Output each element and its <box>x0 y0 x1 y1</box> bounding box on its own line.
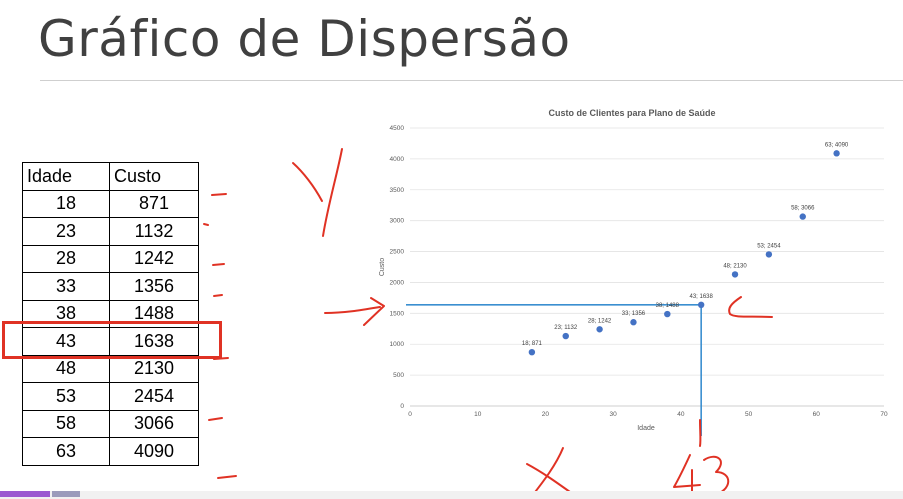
ink-tick-mark <box>217 475 237 479</box>
x-tick-label: 60 <box>813 411 821 418</box>
cell-idade: 58 <box>22 409 110 438</box>
column-header-idade: Idade <box>22 162 110 191</box>
data-label: 38; 1488 <box>656 303 680 309</box>
cell-idade: 23 <box>22 217 110 246</box>
column-header-custo: Custo <box>109 162 199 191</box>
table-row: 23 1132 <box>22 217 199 246</box>
cell-idade: 53 <box>22 382 110 411</box>
y-tick-label: 500 <box>393 372 404 379</box>
y-tick-label: 3500 <box>390 187 405 194</box>
cell-custo: 1132 <box>109 217 199 246</box>
x-tick-label: 70 <box>880 411 888 418</box>
progress-segment <box>0 491 50 497</box>
cell-idade: 28 <box>22 244 110 273</box>
cell-custo: 871 <box>109 189 199 218</box>
table-row: 53 2454 <box>22 382 199 411</box>
ink-tick-mark <box>213 294 223 297</box>
cell-custo: 1242 <box>109 244 199 273</box>
bottom-progress-track <box>0 491 903 499</box>
data-label: 53; 2454 <box>757 243 781 249</box>
cell-custo: 2454 <box>109 382 199 411</box>
cell-custo: 3066 <box>109 409 199 438</box>
data-point <box>731 271 739 278</box>
table-row: 28 1242 <box>22 244 199 273</box>
y-tick-label: 2000 <box>390 279 405 286</box>
scatter-chart: Custo de Clientes para Plano de Saúde Id… <box>379 108 888 436</box>
cell-custo: 4090 <box>109 437 199 466</box>
x-tick-label: 0 <box>408 411 412 418</box>
y-tick-label: 4500 <box>390 125 405 132</box>
y-tick-label: 1000 <box>390 341 405 348</box>
cell-custo: 2130 <box>109 354 199 383</box>
data-label: 63; 4090 <box>825 142 849 148</box>
data-point <box>664 310 671 318</box>
table-row: 33 1356 <box>22 272 199 301</box>
x-tick-label: 30 <box>610 411 618 418</box>
table-row: 63 4090 <box>22 437 199 466</box>
cell-idade: 18 <box>22 189 110 218</box>
x-tick-label: 40 <box>677 411 685 418</box>
data-label: 28; 1242 <box>588 318 612 324</box>
data-point <box>799 213 806 220</box>
y-tick-label: 1500 <box>390 310 405 317</box>
data-point <box>528 348 536 356</box>
cell-custo: 1356 <box>109 272 199 301</box>
cell-idade: 63 <box>22 437 110 466</box>
ink-x-letter-stroke <box>526 463 571 493</box>
data-table: Idade Custo 18 871 23 1132 28 1242 33 1356 3… <box>22 162 199 466</box>
y-tick-label: 2500 <box>390 249 405 256</box>
ink-tick-mark <box>208 417 223 421</box>
ink-tick-mark <box>211 193 227 196</box>
ink-x-letter-stroke <box>531 447 564 497</box>
ink-y-letter-left-stroke <box>292 162 323 202</box>
y-tick-label: 3000 <box>390 218 405 225</box>
table-row: 18 871 <box>22 189 199 218</box>
x-tick-label: 20 <box>542 411 550 418</box>
y-axis-label: Custo <box>379 258 386 276</box>
data-point <box>833 150 840 157</box>
table-row: 58 3066 <box>22 409 199 438</box>
x-axis-label: Idade <box>637 425 655 432</box>
data-label: 33; 1356 <box>622 311 646 317</box>
progress-segment <box>52 491 80 497</box>
y-tick-label: 4000 <box>390 156 405 163</box>
data-label: 23; 1132 <box>554 325 578 331</box>
y-tick-label: 0 <box>400 403 404 410</box>
ink-y-letter-right-stroke <box>322 148 343 237</box>
data-label: 43; 1638 <box>689 294 713 300</box>
cell-idade: 48 <box>22 354 110 383</box>
x-tick-label: 10 <box>474 411 482 418</box>
data-point <box>630 319 637 326</box>
data-label: 18; 871 <box>522 341 543 347</box>
data-point <box>596 326 603 333</box>
table-header-row: Idade Custo <box>22 162 199 191</box>
chart-title: Custo de Clientes para Plano de Saúde <box>548 108 715 118</box>
data-point <box>562 332 569 340</box>
data-label: 58; 3066 <box>791 206 815 212</box>
title-divider <box>40 80 903 81</box>
ink-tick-mark <box>203 223 209 226</box>
data-point <box>697 301 705 309</box>
cell-idade: 33 <box>22 272 110 301</box>
x-tick-label: 50 <box>745 411 753 418</box>
row-highlight-box <box>2 321 222 359</box>
data-point <box>765 251 773 258</box>
table-row: 48 2130 <box>22 354 199 383</box>
data-label: 48; 2130 <box>723 263 747 269</box>
ink-tick-mark <box>212 263 225 266</box>
slide-title: Gráfico de Dispersão <box>38 10 571 68</box>
